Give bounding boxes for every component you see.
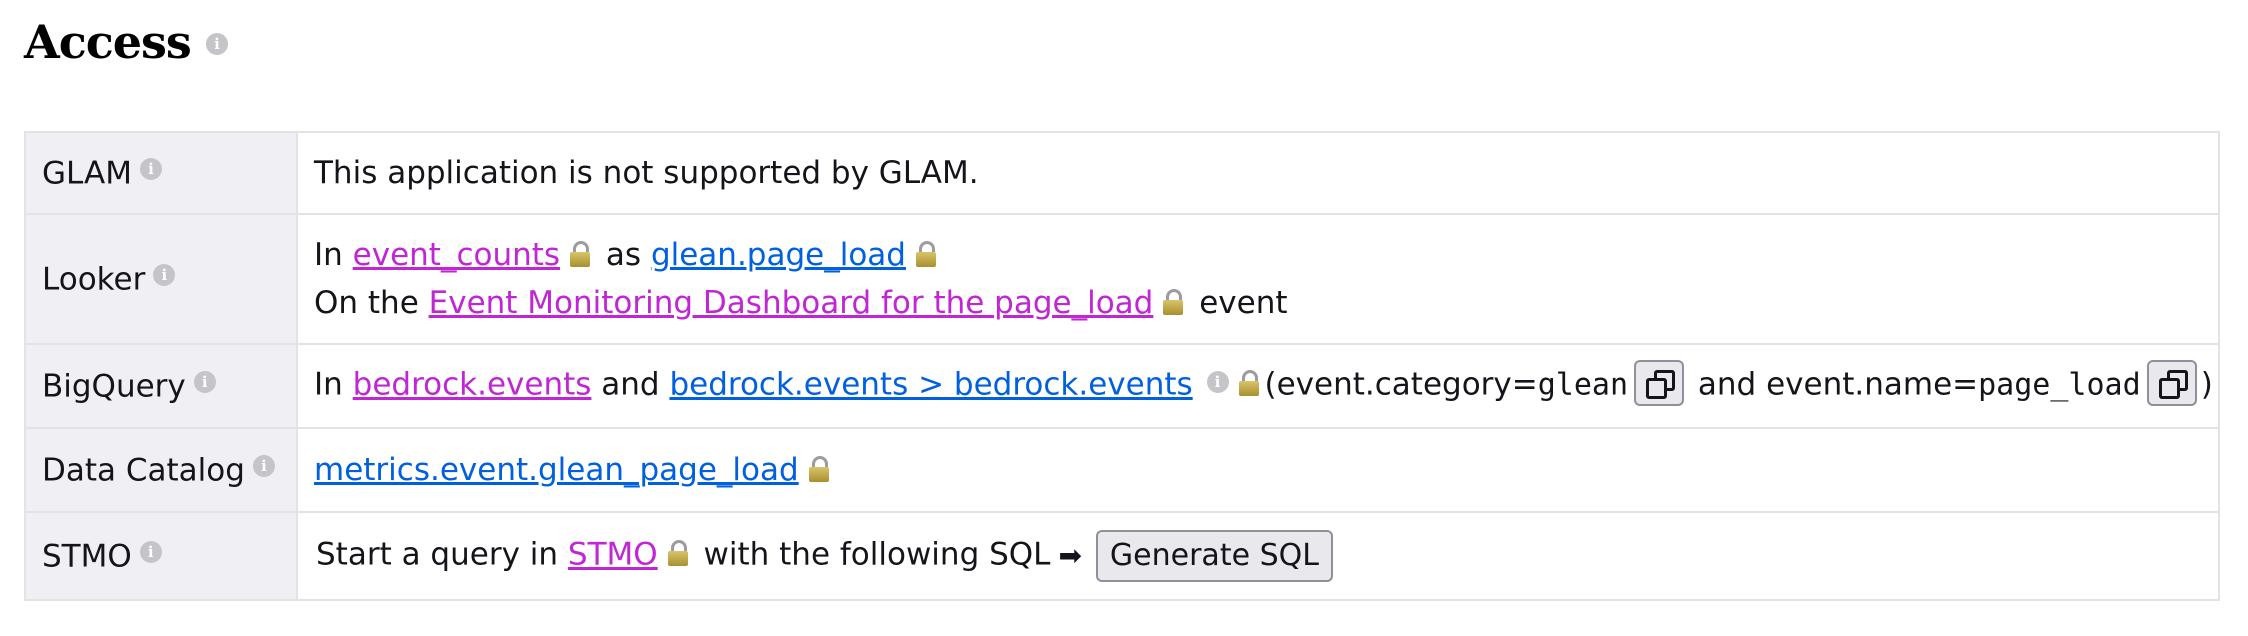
- text-in: In: [314, 366, 343, 403]
- row-label-text: BigQuery: [42, 368, 186, 405]
- text-in: In: [314, 237, 343, 273]
- lock-icon: [808, 455, 829, 482]
- table-row-data-catalog: Data Catalog i metrics.event.glean_page_l…: [24, 427, 2220, 513]
- text-and: and: [601, 366, 660, 403]
- info-icon[interactable]: i: [206, 33, 228, 55]
- text-on-the: On the: [314, 285, 419, 321]
- row-label: BigQuery i: [24, 343, 298, 429]
- data-catalog-link[interactable]: metrics.event.glean_page_load: [314, 452, 799, 488]
- row-label-text: Data Catalog: [42, 452, 245, 489]
- glam-message: This application is not supported by GLA…: [314, 155, 979, 191]
- info-icon[interactable]: i: [153, 263, 176, 286]
- row-label-text: STMO: [42, 538, 132, 575]
- copy-icon: [1646, 378, 1668, 399]
- row-value: This application is not supported by GLA…: [296, 131, 2220, 215]
- row-label: GLAM i: [24, 131, 298, 215]
- looker-line-2: On the Event Monitoring Dashboard for th…: [314, 279, 2202, 327]
- copy-category-button[interactable]: [1634, 360, 1685, 406]
- info-icon[interactable]: i: [193, 370, 216, 393]
- lock-icon: [1238, 370, 1259, 396]
- arrow-right-icon: ➡: [1058, 538, 1082, 572]
- table-row-glam: GLAM i This application is not supported …: [24, 131, 2220, 215]
- bedrock-events-table-link[interactable]: bedrock.events > bedrock.events: [669, 367, 1192, 403]
- lock-icon: [667, 540, 688, 566]
- text-start-query: Start a query in: [316, 536, 559, 573]
- bedrock-events-link[interactable]: bedrock.events: [353, 367, 592, 403]
- lock-icon: [1163, 288, 1184, 315]
- table-row-stmo: STMO i Start a query in STMO with the fol…: [24, 511, 2220, 601]
- row-value: In event_counts as glean.page_load On th…: [296, 213, 2220, 345]
- info-icon[interactable]: i: [1206, 371, 1229, 393]
- glean-page-load-link[interactable]: glean.page_load: [651, 237, 906, 273]
- stmo-link[interactable]: STMO: [568, 537, 658, 573]
- access-table: GLAM i This application is not supported …: [24, 131, 2220, 601]
- event-counts-link[interactable]: event_counts: [353, 237, 560, 273]
- copy-icon: [2158, 378, 2180, 399]
- row-value: Start a query in STMO with the following…: [296, 511, 2220, 601]
- name-condition-label: and event.name=: [1697, 366, 1979, 403]
- info-icon[interactable]: i: [252, 454, 275, 477]
- looker-line-1: In event_counts as glean.page_load: [314, 231, 2202, 279]
- info-icon[interactable]: i: [139, 157, 162, 180]
- table-row-bigquery: BigQuery i In bedrock.events and bedrock.…: [24, 343, 2220, 429]
- row-label: STMO i: [24, 511, 298, 601]
- closing-paren: ): [2200, 366, 2213, 403]
- page-title: Access: [24, 15, 192, 69]
- access-page: Access i GLAM i This application is not s…: [0, 0, 2248, 636]
- category-condition-label: (event.category=: [1264, 366, 1538, 403]
- category-condition-value: glean: [1537, 367, 1629, 403]
- name-condition-value: page_load: [1978, 367, 2141, 403]
- text-event: event: [1199, 285, 1288, 321]
- stmo-query-box: Start a query in STMO with the following…: [314, 530, 2202, 582]
- row-label-text: GLAM: [42, 155, 132, 192]
- copy-name-button[interactable]: [2146, 360, 2197, 406]
- lock-icon: [570, 240, 591, 267]
- row-label: Data Catalog i: [24, 427, 298, 513]
- generate-sql-button[interactable]: Generate SQL: [1095, 530, 1333, 582]
- row-label-text: Looker: [42, 261, 146, 298]
- table-row-looker: Looker i In event_counts as glean.page_lo…: [24, 213, 2220, 345]
- info-icon[interactable]: i: [139, 540, 162, 563]
- lock-icon: [915, 240, 936, 267]
- row-value: In bedrock.events and bedrock.events > b…: [296, 343, 2220, 429]
- row-value: metrics.event.glean_page_load: [296, 427, 2220, 513]
- text-following-sql: with the following SQL: [703, 536, 1051, 573]
- row-label: Looker i: [24, 213, 298, 345]
- text-as: as: [605, 237, 642, 273]
- event-monitoring-dashboard-link[interactable]: Event Monitoring Dashboard for the page_…: [429, 285, 1154, 321]
